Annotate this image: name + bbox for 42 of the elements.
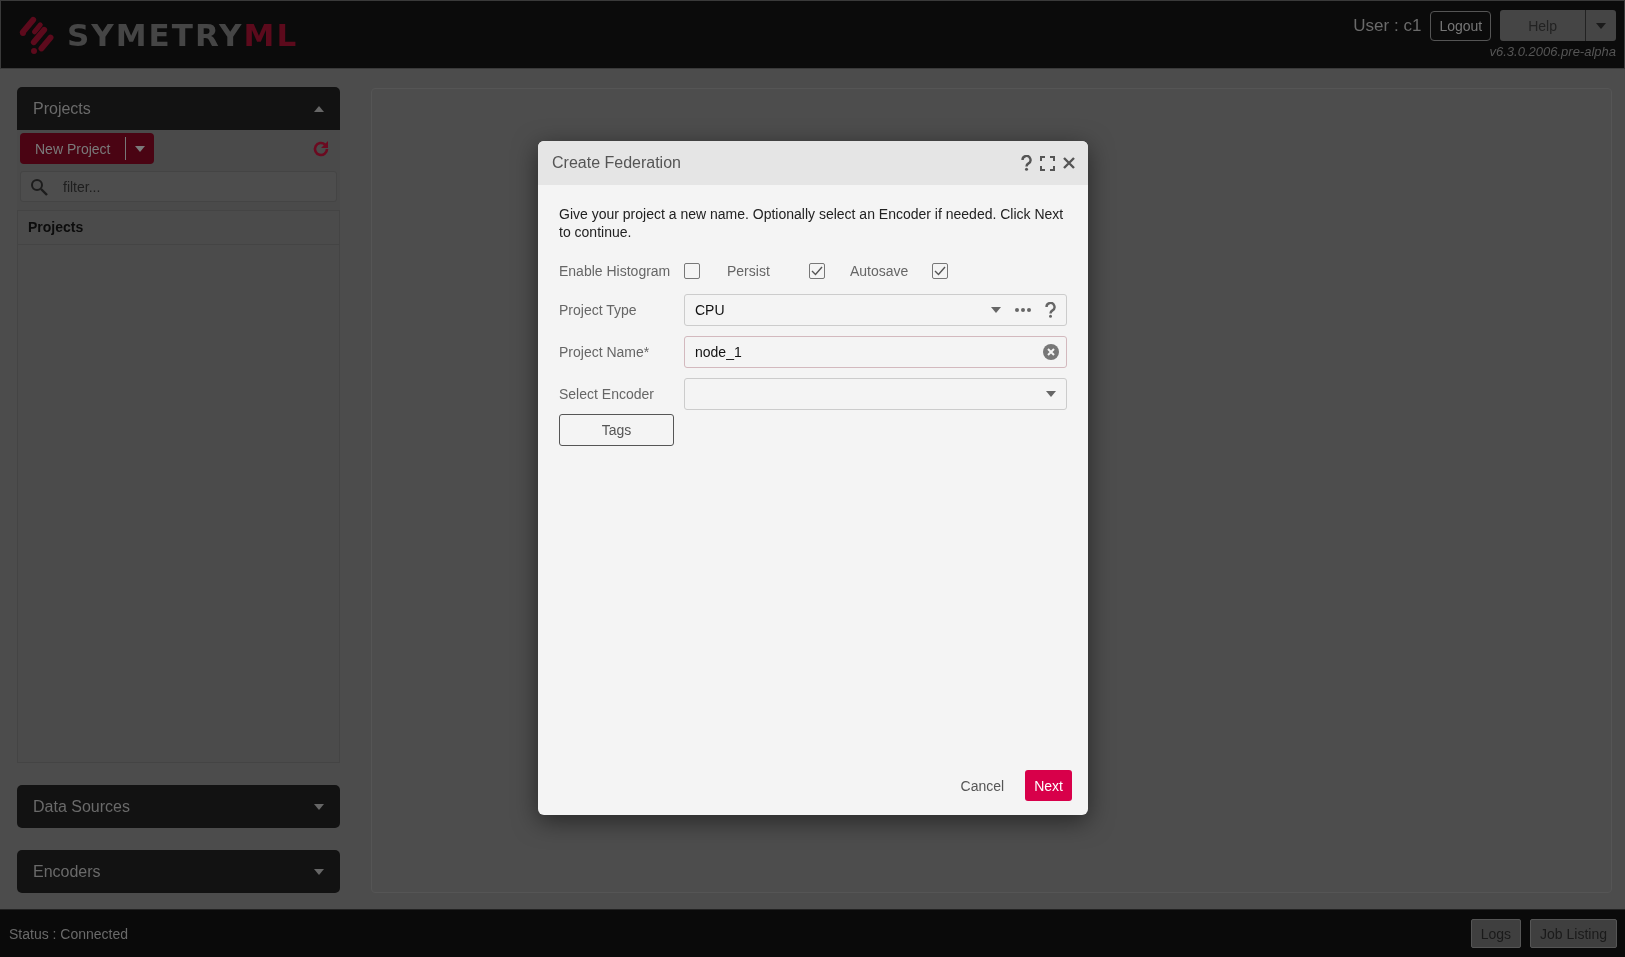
project-name-field[interactable]: node_1: [684, 336, 1067, 368]
panel-header[interactable]: Data Sources: [17, 785, 340, 828]
project-type-select[interactable]: CPU: [684, 294, 1067, 326]
search-icon: [30, 178, 48, 196]
version-label: v6.3.0.2006.pre-alpha: [1489, 44, 1616, 59]
checkbox[interactable]: [932, 263, 948, 279]
intro-text: Give your project a new name. Optionally select an Encoder if needed. Click Next to continue.: [559, 205, 1065, 241]
dialog-title: Create Federation: [552, 154, 681, 172]
checkbox[interactable]: [809, 263, 825, 279]
clear-icon[interactable]: [1043, 344, 1059, 360]
panel-header[interactable]: Encoders: [17, 850, 340, 893]
field-label: Project Name*: [559, 344, 651, 360]
tags-button[interactable]: Tags: [559, 414, 674, 446]
field-label: Select Encoder: [559, 386, 655, 402]
field-label: Project Type: [559, 302, 638, 318]
maximize-icon[interactable]: [1040, 155, 1055, 171]
checkbox[interactable]: [684, 263, 700, 279]
help-icon[interactable]: [1045, 302, 1056, 318]
panel-title: Projects: [33, 99, 91, 118]
caret-icon[interactable]: [314, 803, 324, 810]
next-button[interactable]: Next: [1025, 770, 1072, 801]
panel-header[interactable]: Projects: [17, 87, 340, 130]
logout-button[interactable]: Logout: [1430, 10, 1492, 41]
close-icon[interactable]: [1063, 157, 1075, 169]
caret-icon: [1046, 391, 1056, 397]
option-label: Persist: [727, 263, 771, 279]
logo-wordmark: SYMETRYML: [67, 16, 299, 53]
caret-icon[interactable]: [314, 868, 324, 875]
more-icon[interactable]: [1015, 308, 1031, 312]
option-label: Enable Histogram: [559, 263, 672, 279]
list-header: Projects: [18, 211, 339, 245]
option-label: Autosave: [850, 263, 910, 279]
user-label: User : c1: [1353, 15, 1422, 36]
new-project-button[interactable]: New Project: [20, 133, 126, 164]
help-icon[interactable]: [1021, 155, 1032, 171]
select-value: CPU: [695, 302, 726, 318]
panel-title: Encoders: [33, 862, 101, 881]
cancel-button[interactable]: Cancel: [951, 770, 1014, 801]
caret-icon[interactable]: [314, 105, 324, 112]
status-label: Status : Connected: [9, 925, 129, 942]
panel-title: Data Sources: [33, 797, 130, 816]
caret-icon: [991, 307, 1001, 313]
